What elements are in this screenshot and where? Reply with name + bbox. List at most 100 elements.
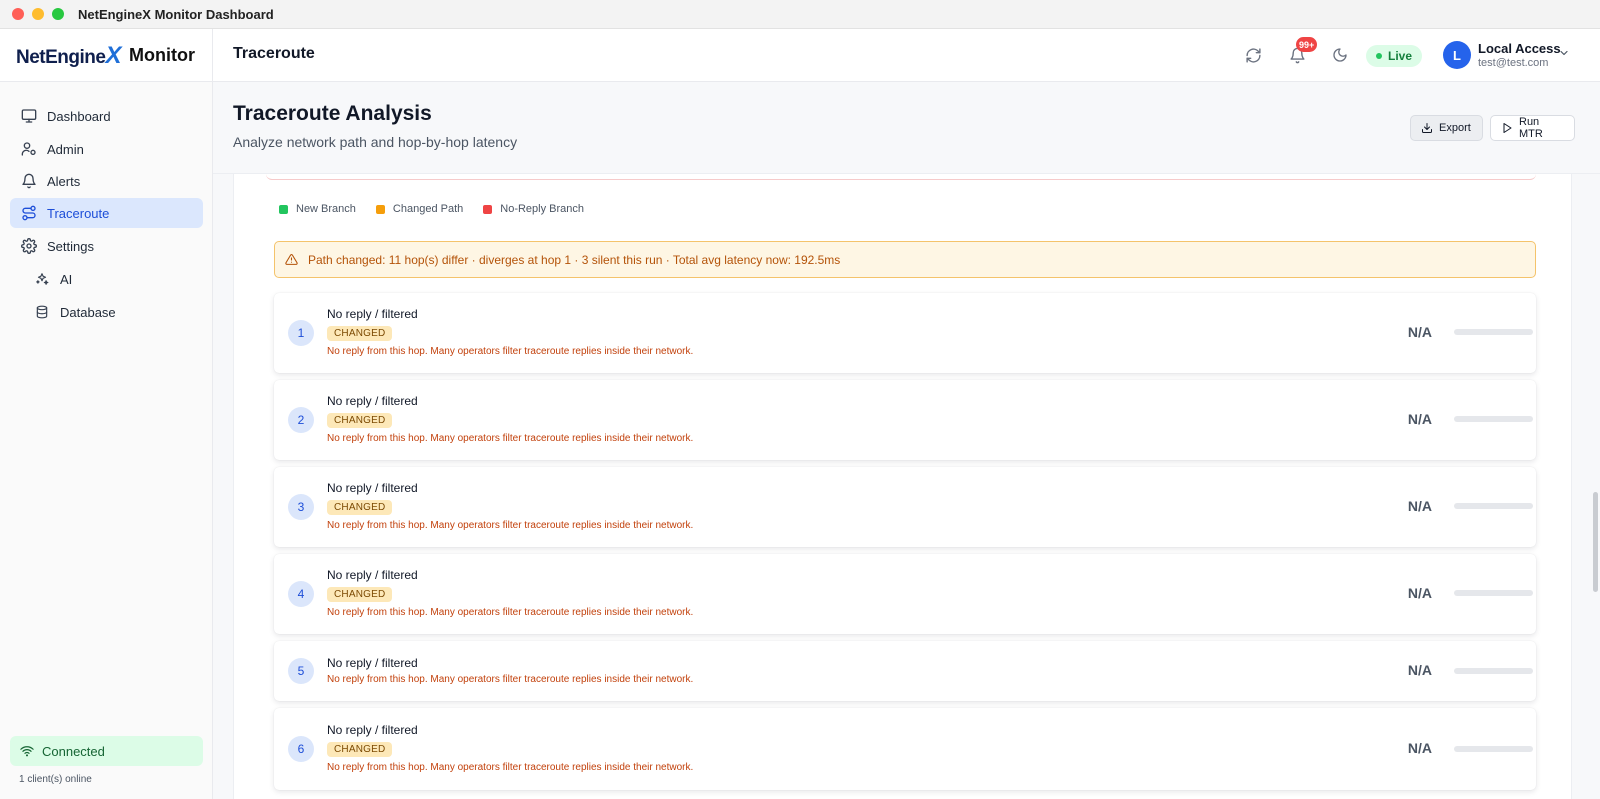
legend-swatch bbox=[375, 204, 385, 214]
hop-card[interactable]: 5 No reply / filtered No reply from this… bbox=[274, 641, 1536, 701]
hop-title: No reply / filtered bbox=[327, 394, 418, 408]
avatar[interactable]: L bbox=[1443, 41, 1471, 69]
hop-description: No reply from this hop. Many operators f… bbox=[327, 674, 694, 685]
title-bar: NetEngineX Monitor Dashboard bbox=[0, 0, 1600, 29]
window-title: NetEngineX Monitor Dashboard bbox=[78, 6, 274, 22]
hop-title: No reply / filtered bbox=[327, 656, 418, 670]
hop-latency: N/A bbox=[1407, 740, 1432, 756]
latency-bar bbox=[1454, 668, 1533, 674]
latency-bar bbox=[1454, 746, 1533, 752]
hop-card[interactable]: 1 No reply / filtered CHANGED No reply f… bbox=[274, 293, 1536, 373]
latency-bar bbox=[1454, 329, 1533, 335]
panel-divider bbox=[266, 174, 1536, 180]
status-badge: CHANGED bbox=[327, 587, 393, 602]
sidebar-item-admin[interactable]: Admin bbox=[10, 134, 203, 164]
run-mtr-label: Run MTR bbox=[1519, 116, 1543, 140]
hop-number: 5 bbox=[288, 658, 314, 684]
hop-number: 4 bbox=[288, 581, 314, 607]
sidebar-item-alerts[interactable]: Alerts bbox=[10, 166, 203, 196]
hop-card[interactable]: 3 No reply / filtered CHANGED No reply f… bbox=[274, 467, 1536, 547]
hop-number: 1 bbox=[288, 320, 314, 346]
page-title: Traceroute Analysis bbox=[233, 102, 432, 125]
top-header: NetEngineX Monitor Traceroute 99+ Live L… bbox=[0, 29, 1600, 82]
zoom-window-button[interactable] bbox=[52, 8, 64, 20]
sidebar: Dashboard Admin Alerts Traceroute Settin… bbox=[0, 82, 213, 799]
live-label: Live bbox=[1388, 49, 1413, 63]
sidebar-item-label: Alerts bbox=[47, 173, 81, 189]
sparkles-icon bbox=[33, 270, 51, 288]
hop-number: 6 bbox=[288, 736, 314, 762]
scrollbar-thumb[interactable] bbox=[1593, 492, 1598, 592]
database-icon bbox=[33, 303, 51, 321]
connection-label: Connected bbox=[42, 743, 105, 759]
hop-number: 3 bbox=[288, 494, 314, 520]
sidebar-item-label: Dashboard bbox=[47, 108, 111, 124]
export-button[interactable]: Export bbox=[1410, 115, 1483, 141]
hop-title: No reply / filtered bbox=[327, 481, 418, 495]
legend: New Branch Changed Path No-Reply Branch bbox=[279, 203, 584, 215]
user-name[interactable]: Local Access bbox=[1478, 41, 1561, 56]
brand-name: Monitor bbox=[128, 45, 195, 65]
close-window-button[interactable] bbox=[12, 8, 24, 20]
hop-card[interactable]: 2 No reply / filtered CHANGED No reply f… bbox=[274, 380, 1536, 460]
download-icon bbox=[1421, 122, 1433, 134]
live-dot-icon bbox=[1376, 53, 1382, 59]
hop-description: No reply from this hop. Many operators f… bbox=[327, 762, 694, 773]
refresh-icon[interactable] bbox=[1241, 43, 1265, 67]
status-badge: CHANGED bbox=[327, 500, 393, 515]
legend-label: Changed Path bbox=[392, 203, 464, 215]
legend-new-branch: New Branch bbox=[279, 203, 356, 215]
sidebar-item-label: Admin bbox=[47, 141, 84, 157]
sidebar-item-label: Database bbox=[60, 304, 116, 320]
play-icon bbox=[1501, 122, 1513, 134]
latency-bar bbox=[1454, 416, 1533, 422]
status-badge: CHANGED bbox=[327, 413, 393, 428]
status-badge: CHANGED bbox=[327, 742, 393, 757]
main-content: Traceroute Analysis Analyze network path… bbox=[213, 82, 1600, 799]
hop-latency: N/A bbox=[1407, 498, 1432, 514]
hop-description: No reply from this hop. Many operators f… bbox=[327, 346, 694, 357]
hop-latency: N/A bbox=[1407, 662, 1432, 678]
brand-logo-text: NetEngine bbox=[16, 46, 106, 68]
route-icon bbox=[20, 204, 38, 222]
alert-text: Path changed: 11 hop(s) differ · diverge… bbox=[308, 252, 841, 267]
page-header: Traceroute Analysis Analyze network path… bbox=[213, 82, 1600, 174]
moon-icon[interactable] bbox=[1328, 43, 1352, 67]
user-cog-icon bbox=[20, 140, 38, 158]
sidebar-item-traceroute[interactable]: Traceroute bbox=[10, 198, 203, 228]
latency-bar bbox=[1454, 590, 1533, 596]
sidebar-item-ai[interactable]: AI bbox=[23, 264, 203, 294]
gear-icon bbox=[20, 237, 38, 255]
page-subtitle: Analyze network path and hop-by-hop late… bbox=[233, 134, 518, 150]
live-status-pill: Live bbox=[1366, 45, 1423, 67]
page-breadcrumb: Traceroute bbox=[233, 45, 315, 62]
bell-icon[interactable]: 99+ bbox=[1285, 37, 1318, 67]
hop-card[interactable]: 6 No reply / filtered CHANGED No reply f… bbox=[274, 708, 1536, 790]
export-label: Export bbox=[1439, 122, 1471, 134]
user-email: test@test.com bbox=[1478, 57, 1549, 69]
hop-description: No reply from this hop. Many operators f… bbox=[327, 520, 694, 531]
hop-description: No reply from this hop. Many operators f… bbox=[327, 607, 694, 618]
sidebar-item-settings[interactable]: Settings bbox=[10, 231, 203, 261]
brand-logo: NetEngineX bbox=[16, 42, 121, 70]
hop-number: 2 bbox=[288, 407, 314, 433]
app-window: NetEngineX Monitor Dashboard NetEngineX … bbox=[0, 0, 1600, 799]
bell-icon bbox=[20, 172, 38, 190]
hop-latency: N/A bbox=[1407, 585, 1432, 601]
legend-label: No-Reply Branch bbox=[500, 203, 585, 215]
sidebar-item-dashboard[interactable]: Dashboard bbox=[10, 101, 203, 131]
sidebar-item-database[interactable]: Database bbox=[23, 297, 203, 327]
chevron-down-icon[interactable] bbox=[1558, 46, 1570, 64]
hop-title: No reply / filtered bbox=[327, 723, 418, 737]
monitor-icon bbox=[20, 107, 38, 125]
minimize-window-button[interactable] bbox=[32, 8, 44, 20]
hop-card[interactable]: 4 No reply / filtered CHANGED No reply f… bbox=[274, 554, 1536, 634]
traceroute-panel: New Branch Changed Path No-Reply Branch … bbox=[233, 174, 1572, 799]
notification-badge: 99+ bbox=[1296, 37, 1318, 52]
hop-latency: N/A bbox=[1407, 411, 1432, 427]
sidebar-item-label: AI bbox=[60, 271, 73, 287]
sidebar-item-label: Traceroute bbox=[47, 205, 110, 221]
hop-title: No reply / filtered bbox=[327, 568, 418, 582]
run-mtr-button[interactable]: Run MTR bbox=[1490, 115, 1575, 141]
brand[interactable]: NetEngineX Monitor bbox=[16, 29, 213, 82]
